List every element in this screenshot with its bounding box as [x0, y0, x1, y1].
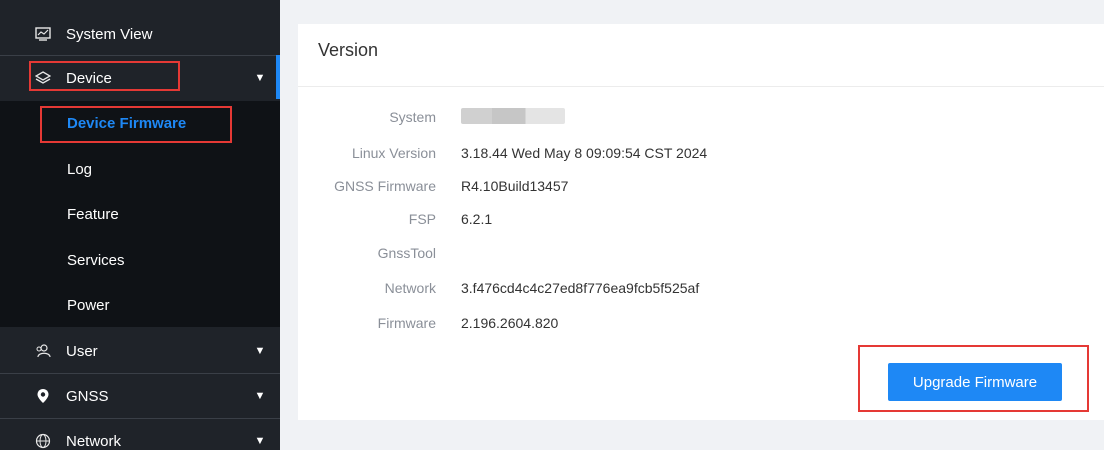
upgrade-firmware-button[interactable]: Upgrade Firmware	[888, 363, 1062, 401]
row-label: FSP	[408, 211, 436, 227]
chevron-down-icon: ▼	[254, 435, 266, 447]
row-value: 6.2.1	[461, 211, 493, 227]
nav-log-label: Log	[67, 160, 93, 178]
monitor-icon	[32, 25, 54, 43]
nav-gnss-label: GNSS	[66, 387, 109, 405]
row-firmware: Firmware 2.196.2604.820	[298, 312, 1104, 334]
nav-power[interactable]: Power	[0, 283, 280, 327]
location-pin-icon	[32, 387, 54, 405]
row-fsp: FSP 6.2.1	[298, 208, 1104, 230]
chevron-down-icon: ▼	[254, 390, 266, 402]
row-label: System	[389, 109, 436, 125]
row-gnss-firmware: GNSS Firmware R4.10Build13457	[298, 175, 1104, 197]
nav-device-label: Device	[66, 69, 112, 87]
row-label: GNSS Firmware	[334, 178, 436, 194]
nav-feature-label: Feature	[67, 205, 119, 223]
nav-user[interactable]: User ▼	[0, 329, 280, 373]
nav-network[interactable]: Network ▼	[0, 419, 280, 450]
layers-icon	[32, 69, 54, 87]
nav-gnss[interactable]: GNSS ▼	[0, 374, 280, 418]
nav-feature[interactable]: Feature	[0, 192, 280, 236]
row-gnsstool: GnssTool	[298, 242, 1104, 264]
row-label: Linux Version	[351, 145, 436, 161]
row-label: Firmware	[377, 315, 436, 331]
chevron-down-icon: ▼	[254, 345, 266, 357]
card-title: Version	[318, 40, 379, 60]
row-value: 3.18.44 Wed May 8 09:09:54 CST 2024	[461, 145, 708, 161]
version-card: Version System Linux Version 3.18.44 Wed…	[298, 24, 1104, 420]
nav-log[interactable]: Log	[0, 147, 280, 191]
nav-system-view[interactable]: System View	[0, 12, 280, 56]
chevron-down-icon: ▼	[254, 72, 266, 84]
redacted-value	[461, 107, 565, 127]
nav-power-label: Power	[67, 296, 110, 314]
nav-system-view-label: System View	[66, 25, 153, 43]
nav-user-label: User	[66, 342, 98, 360]
nav-services-label: Services	[67, 251, 125, 269]
row-label: Network	[384, 280, 436, 296]
nav-device[interactable]: Device ▼	[0, 56, 280, 100]
nav-device-firmware-label: Device Firmware	[67, 114, 187, 132]
row-network: Network 3.f476cd4c4c27ed8f776ea9fcb5f525…	[298, 277, 1104, 299]
row-value: R4.10Build13457	[461, 178, 569, 194]
card-divider	[298, 86, 1104, 87]
sidebar: System View Device ▼ Device Firmware Log…	[0, 0, 280, 450]
users-icon	[32, 342, 54, 360]
nav-device-firmware[interactable]: Device Firmware	[0, 101, 280, 145]
row-value: 2.196.2604.820	[461, 315, 559, 331]
row-label: GnssTool	[377, 245, 436, 261]
globe-icon	[32, 432, 54, 450]
nav-network-label: Network	[66, 432, 122, 450]
row-system: System	[298, 106, 1104, 128]
row-value: 3.f476cd4c4c27ed8f776ea9fcb5f525af	[461, 280, 700, 296]
nav-services[interactable]: Services	[0, 238, 280, 282]
row-linux-version: Linux Version 3.18.44 Wed May 8 09:09:54…	[298, 142, 1104, 164]
